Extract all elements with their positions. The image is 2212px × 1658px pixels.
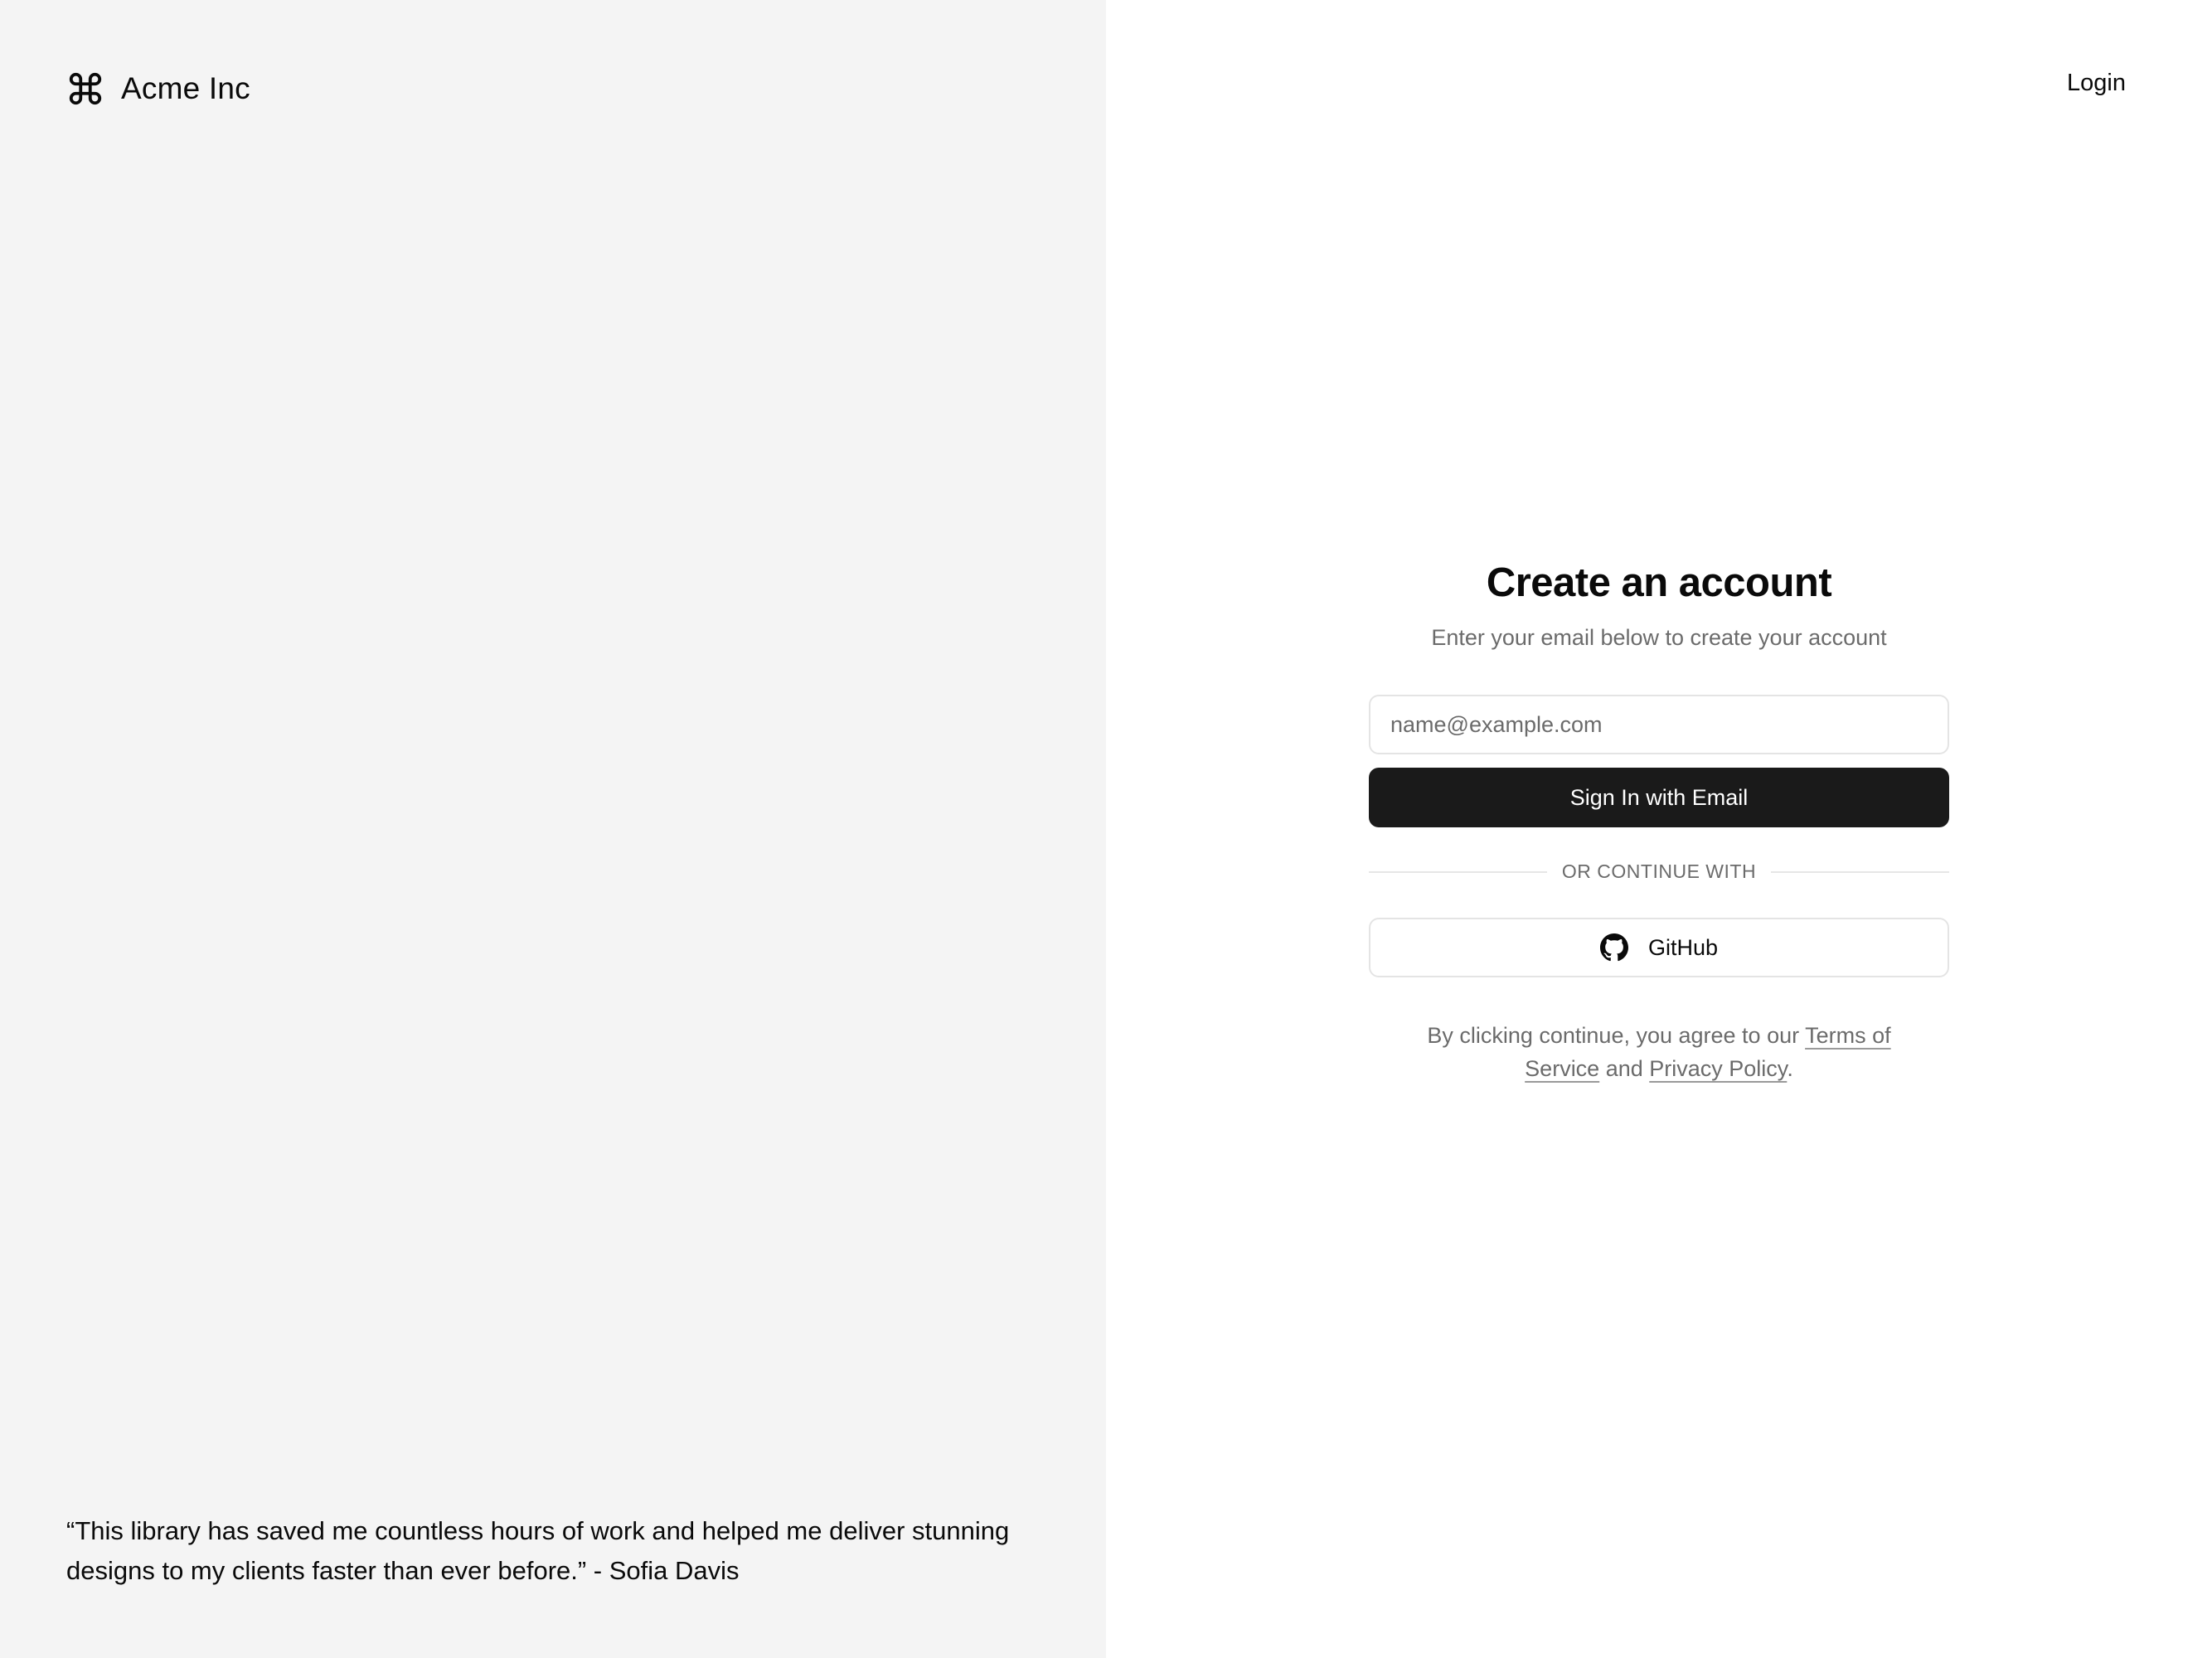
signup-form: Create an account Enter your email below… [1369, 555, 1949, 1085]
brand: Acme Inc [66, 70, 250, 108]
left-panel: Acme Inc “This library has saved me coun… [0, 0, 1106, 1658]
github-button[interactable]: GitHub [1369, 918, 1949, 977]
testimonial-quote: “This library has saved me countless hou… [66, 1516, 1010, 1585]
github-icon [1599, 933, 1628, 962]
sign-in-with-email-button[interactable]: Sign In with Email [1369, 768, 1949, 827]
form-subtitle: Enter your email below to create your ac… [1431, 625, 1887, 650]
email-input[interactable] [1369, 695, 1949, 754]
right-panel: Login Create an account Enter your email… [1106, 0, 2212, 1658]
legal-notice: By clicking continue, you agree to our T… [1410, 1019, 1908, 1085]
signup-page: Acme Inc “This library has saved me coun… [0, 0, 2212, 1658]
legal-suffix: . [1787, 1056, 1793, 1081]
privacy-policy-link[interactable]: Privacy Policy [1649, 1056, 1787, 1081]
divider-line-left [1369, 870, 1547, 873]
github-button-label: GitHub [1647, 934, 1719, 960]
brand-name: Acme Inc [121, 71, 250, 105]
divider: OR CONTINUE WITH [1369, 861, 1949, 883]
legal-middle: and [1599, 1056, 1650, 1081]
command-icon [66, 70, 104, 108]
divider-line-right [1771, 870, 1949, 873]
form-title: Create an account [1486, 560, 1832, 605]
legal-prefix: By clicking continue, you agree to our [1427, 1023, 1806, 1048]
divider-label: OR CONTINUE WITH [1561, 861, 1757, 882]
login-link[interactable]: Login [2060, 66, 2132, 100]
